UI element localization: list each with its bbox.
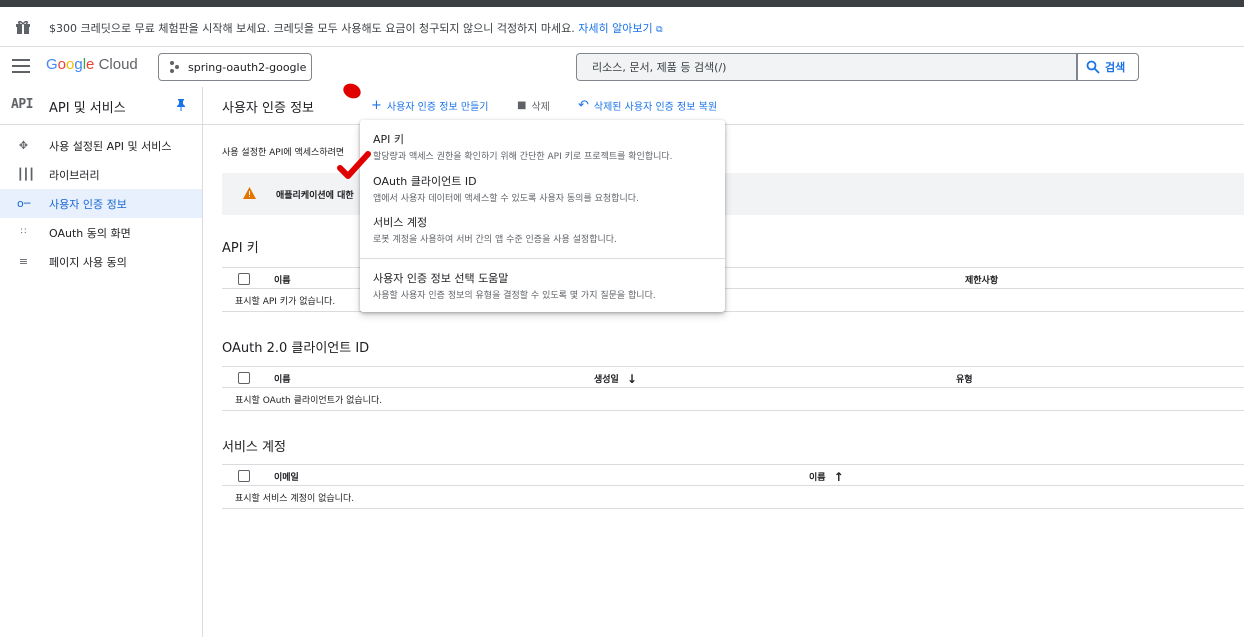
gift-icon	[16, 20, 30, 34]
trial-banner: $300 크레딧으로 무료 체험판을 시작해 보세요. 크레딧을 모두 사용해도…	[0, 7, 1244, 47]
sidebar-nav: ✥ 사용 설정된 API 및 서비스 ┃┃┃ 라이브러리 o─ 사용자 인증 정…	[0, 131, 202, 276]
table-header: 이메일 이름 ↑	[222, 464, 1244, 486]
search-button-label: 검색	[1105, 61, 1126, 74]
search-icon	[1086, 60, 1100, 74]
pin-icon[interactable]	[176, 99, 186, 111]
consent-icon: ∷	[20, 227, 27, 237]
menu-icon[interactable]	[12, 59, 30, 75]
page-title: 사용자 인증 정보	[222, 101, 314, 116]
sidebar-item-library[interactable]: ┃┃┃ 라이브러리	[0, 160, 202, 189]
create-credentials-menu: API 키 할당량과 액세스 권한을 확인하기 위해 간단한 API 키로 프로…	[360, 120, 725, 312]
api-icon: API	[11, 97, 33, 112]
learn-more-link[interactable]: 자세히 알아보기	[578, 22, 652, 35]
undo-icon: ↶	[578, 97, 589, 113]
banner-text-wrap: $300 크레딧으로 무료 체험판을 시작해 보세요. 크레딧을 모두 사용해도…	[49, 20, 663, 36]
column-header[interactable]: 이름	[274, 372, 291, 385]
column-header-sortable[interactable]: 이름 ↑	[809, 469, 844, 484]
external-link-icon: ⧉	[656, 25, 663, 35]
search-input[interactable]: 리소스, 문서, 제품 등 검색(/)	[576, 53, 1077, 81]
move-icon: ✥	[18, 139, 29, 152]
annotation-checkmark	[337, 151, 371, 179]
search-button[interactable]: 검색	[1077, 53, 1139, 81]
menu-divider	[360, 258, 725, 259]
warning-text: 애플리케이션에 대한	[276, 191, 354, 201]
column-header[interactable]: 이메일	[274, 470, 299, 483]
menu-item-help-choose[interactable]: 사용자 인증 정보 선택 도움말 사용할 사용자 인증 정보의 유형을 결정할 …	[373, 270, 656, 301]
menu-item-api-key[interactable]: API 키 할당량과 액세스 권한을 확인하기 위해 간단한 API 키로 프로…	[373, 131, 673, 162]
top-strip	[0, 0, 1244, 7]
menu-item-oauth-client[interactable]: OAuth 클라이언트 ID 앱에서 사용자 데이터에 액세스할 수 있도록 사…	[373, 173, 639, 204]
sidebar-title: API 및 서비스	[49, 101, 126, 116]
empty-message: 표시할 OAuth 클라이언트가 없습니다.	[222, 388, 1244, 411]
menu-item-service-account[interactable]: 서비스 계정 로봇 계정을 사용하여 서버 간의 앱 수준 인증을 사용 설정합…	[373, 214, 617, 245]
oauth-clients-table: 이름 생성일 ↓ 유형 표시할 OAuth 클라이언트가 없습니다.	[222, 366, 1244, 411]
plus-icon: +	[371, 97, 382, 113]
warning-icon	[243, 187, 256, 199]
project-icon	[169, 61, 181, 73]
create-credentials-button[interactable]: + 사용자 인증 정보 만들기	[371, 97, 488, 114]
key-icon: o─	[17, 197, 31, 210]
arrow-down-icon: ↓	[626, 371, 637, 386]
settings-list-icon: ≡	[18, 255, 29, 268]
arrow-up-icon: ↑	[833, 469, 844, 484]
sidebar-item-oauth-consent[interactable]: ∷ OAuth 동의 화면	[0, 218, 202, 247]
trash-icon: ■	[517, 99, 527, 111]
select-all-checkbox[interactable]	[238, 273, 250, 285]
restore-deleted-button[interactable]: ↶ 삭제된 사용자 인증 정보 복원	[578, 97, 717, 114]
api-keys-title: API 키	[222, 241, 259, 256]
search-placeholder: 리소스, 문서, 제품 등 검색(/)	[592, 61, 727, 74]
table-header: 이름 생성일 ↓ 유형	[222, 366, 1244, 388]
project-name: spring-oauth2-google	[188, 60, 307, 74]
column-header-sortable[interactable]: 생성일 ↓	[594, 371, 637, 386]
column-header[interactable]: 유형	[956, 372, 973, 385]
top-header: Google Cloud spring-oauth2-google 리소스, 문…	[0, 47, 1244, 87]
column-header[interactable]: 이름	[274, 273, 291, 286]
empty-message: 표시할 서비스 계정이 없습니다.	[222, 486, 1244, 509]
delete-button[interactable]: ■ 삭제	[517, 98, 550, 114]
sidebar: API API 및 서비스 ✥ 사용 설정된 API 및 서비스 ┃┃┃ 라이브…	[0, 87, 203, 637]
google-cloud-logo[interactable]: Google Cloud	[46, 56, 138, 73]
oauth-clients-title: OAuth 2.0 클라이언트 ID	[222, 341, 370, 356]
banner-text: $300 크레딧으로 무료 체험판을 시작해 보세요. 크레딧을 모두 사용해도…	[49, 22, 575, 35]
sidebar-item-enabled-apis[interactable]: ✥ 사용 설정된 API 및 서비스	[0, 131, 202, 160]
column-header[interactable]: 제한사항	[965, 273, 998, 286]
description-text: 사용 설정한 API에 액세스하려면	[222, 148, 345, 158]
project-selector[interactable]: spring-oauth2-google	[158, 53, 312, 81]
library-icon: ┃┃┃	[17, 168, 35, 181]
select-all-checkbox[interactable]	[238, 470, 250, 482]
select-all-checkbox[interactable]	[238, 372, 250, 384]
sidebar-item-page-usage[interactable]: ≡ 페이지 사용 동의	[0, 247, 202, 276]
service-accounts-table: 이메일 이름 ↑ 표시할 서비스 계정이 없습니다.	[222, 464, 1244, 509]
sidebar-header: API API 및 서비스	[0, 87, 202, 125]
sidebar-item-credentials[interactable]: o─ 사용자 인증 정보	[0, 189, 202, 218]
service-accounts-title: 서비스 계정	[222, 440, 286, 455]
